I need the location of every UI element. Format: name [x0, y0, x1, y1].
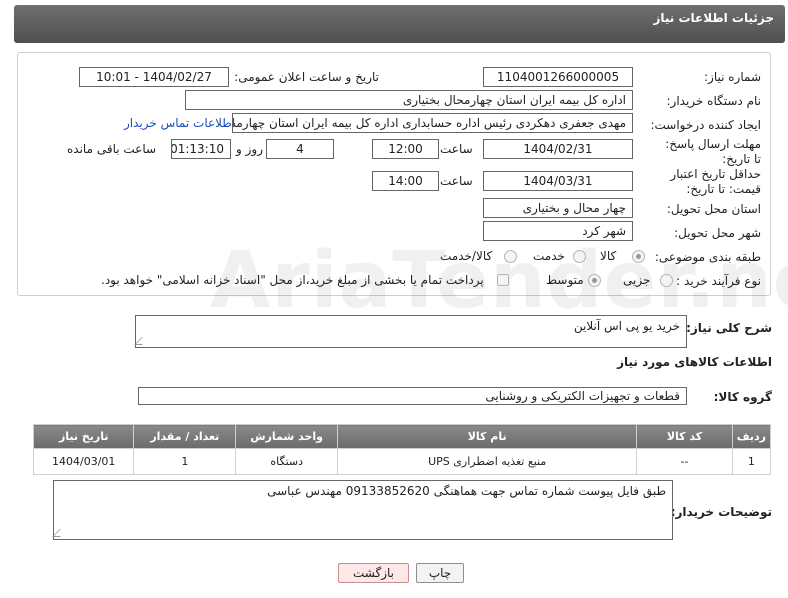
- table-row[interactable]: 1 -- منبع تغذیه اضطراری UPS دستگاه 1 140…: [32, 448, 772, 475]
- goods-group-field[interactable]: قطعات و تجهیزات الکتریکی و روشنایی: [138, 387, 687, 405]
- category-service-label: خدمت: [533, 249, 565, 263]
- cell-item-code: --: [636, 448, 733, 475]
- remaining-time-field[interactable]: 01:13:10: [171, 139, 231, 159]
- goods-group-label: گروه کالا:: [713, 390, 772, 404]
- col-quantity: تعداد / مقدار: [133, 424, 237, 449]
- print-button[interactable]: چاپ: [416, 563, 464, 583]
- col-row-number: ردیف: [731, 424, 772, 449]
- delivery-city-label: شهر محل تحویل:: [674, 226, 761, 240]
- goods-section-title: اطلاعات کالاهای مورد نیاز: [617, 355, 772, 369]
- buyer-notes-label: توضیحات خریدار:: [670, 505, 772, 519]
- delivery-province-label: استان محل تحویل:: [666, 202, 761, 216]
- category-service-radio[interactable]: [573, 250, 586, 263]
- col-item-code: کد کالا: [636, 424, 733, 449]
- summary-label: شرح کلی نیاز:: [686, 321, 772, 335]
- purchase-medium-label: متوسط: [546, 273, 584, 287]
- cell-unit: دستگاه: [235, 448, 339, 475]
- category-goods-radio[interactable]: [632, 250, 645, 263]
- col-unit: واحد شمارش: [235, 424, 339, 449]
- treasury-payment-note: پرداخت تمام یا بخشی از مبلغ خرید،از محل …: [101, 273, 484, 287]
- reply-deadline-label: مهلت ارسال پاسخ: تا تاریخ:: [665, 137, 761, 166]
- buyer-notes-textarea[interactable]: طبق فایل پیوست شماره تماس جهت هماهنگی 09…: [52, 480, 673, 540]
- treasury-payment-checkbox[interactable]: [497, 274, 509, 286]
- reply-days-label: روز و: [236, 142, 263, 156]
- category-goods-label: کالا: [600, 249, 617, 263]
- need-number-field[interactable]: 1104001266000005: [483, 67, 633, 87]
- purchase-minor-label: جزیی: [623, 273, 651, 287]
- price-validity-time-field[interactable]: 14:00: [372, 171, 439, 191]
- cell-item-name: منبع تغذیه اضطراری UPS: [337, 448, 638, 475]
- requester-label: ایجاد کننده درخواست:: [650, 118, 761, 132]
- buyer-notes-text: طبق فایل پیوست شماره تماس جهت هماهنگی 09…: [267, 484, 666, 498]
- buyer-org-label: نام دستگاه خریدار:: [666, 94, 762, 108]
- summary-textarea[interactable]: خرید یو پی اس آنلاین: [134, 315, 687, 348]
- goods-table: ردیف کد کالا نام کالا واحد شمارش تعداد /…: [32, 424, 772, 475]
- price-validity-date-field[interactable]: 1404/03/31: [483, 171, 633, 191]
- reply-deadline-time-label: ساعت: [440, 142, 473, 156]
- purchase-medium-radio[interactable]: [588, 274, 601, 287]
- category-label: طبقه بندی موضوعی:: [654, 250, 761, 264]
- delivery-province-field[interactable]: چهار محال و بختیاری: [483, 198, 633, 218]
- col-need-date: تاریخ نیاز: [32, 424, 135, 449]
- category-goods-service-label: کالا/خدمت: [440, 249, 493, 263]
- buyer-contact-link[interactable]: اطلاعات تماس خریدار: [124, 116, 235, 130]
- need-number-label: شماره نیاز:: [704, 70, 761, 84]
- resize-grip-icon[interactable]: [134, 337, 150, 345]
- purchase-type-label: نوع فرآیند خرید :: [676, 274, 761, 288]
- purchase-minor-radio[interactable]: [660, 274, 673, 287]
- remaining-time-label: ساعت باقی مانده: [67, 142, 157, 156]
- back-button[interactable]: بازگشت: [338, 563, 409, 583]
- cell-row-number: 1: [731, 448, 772, 475]
- reply-deadline-time-field[interactable]: 12:00: [372, 139, 439, 159]
- col-item-name: نام کالا: [337, 424, 638, 449]
- price-validity-label: حداقل تاریخ اعتبار قیمت: تا تاریخ:: [670, 167, 761, 196]
- buyer-org-field[interactable]: اداره کل بیمه ایران استان چهارمحال بختیا…: [185, 90, 633, 110]
- reply-deadline-date-field[interactable]: 1404/02/31: [483, 139, 633, 159]
- category-goods-service-radio[interactable]: [504, 250, 517, 263]
- cell-need-date: 1404/03/01: [32, 448, 135, 475]
- summary-text: خرید یو پی اس آنلاین: [573, 319, 680, 333]
- delivery-city-field[interactable]: شهر کرد: [483, 221, 633, 241]
- resize-grip-icon[interactable]: [52, 529, 68, 537]
- reply-days-field[interactable]: 4: [266, 139, 334, 159]
- table-header-row: ردیف کد کالا نام کالا واحد شمارش تعداد /…: [32, 424, 772, 449]
- announce-datetime-label: تاریخ و ساعت اعلان عمومی:: [234, 70, 379, 84]
- requester-field[interactable]: مهدی جعفری دهکردی رئیس اداره حسابداری اد…: [232, 113, 633, 133]
- announce-datetime-field[interactable]: 1404/02/27 - 10:01: [79, 67, 229, 87]
- cell-quantity: 1: [133, 448, 237, 475]
- price-validity-time-label: ساعت: [440, 174, 473, 188]
- page-title: جزئیات اطلاعات نیاز: [653, 11, 774, 25]
